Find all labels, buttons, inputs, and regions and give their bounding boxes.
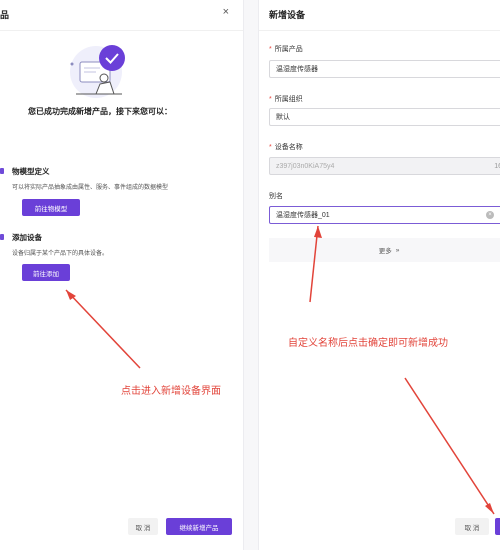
- annotation-arrows: [65, 225, 495, 515]
- annotation-right: 自定义名称后点击确定即可新增成功: [288, 338, 448, 349]
- annotation-left: 点击进入新增设备界面: [121, 386, 221, 397]
